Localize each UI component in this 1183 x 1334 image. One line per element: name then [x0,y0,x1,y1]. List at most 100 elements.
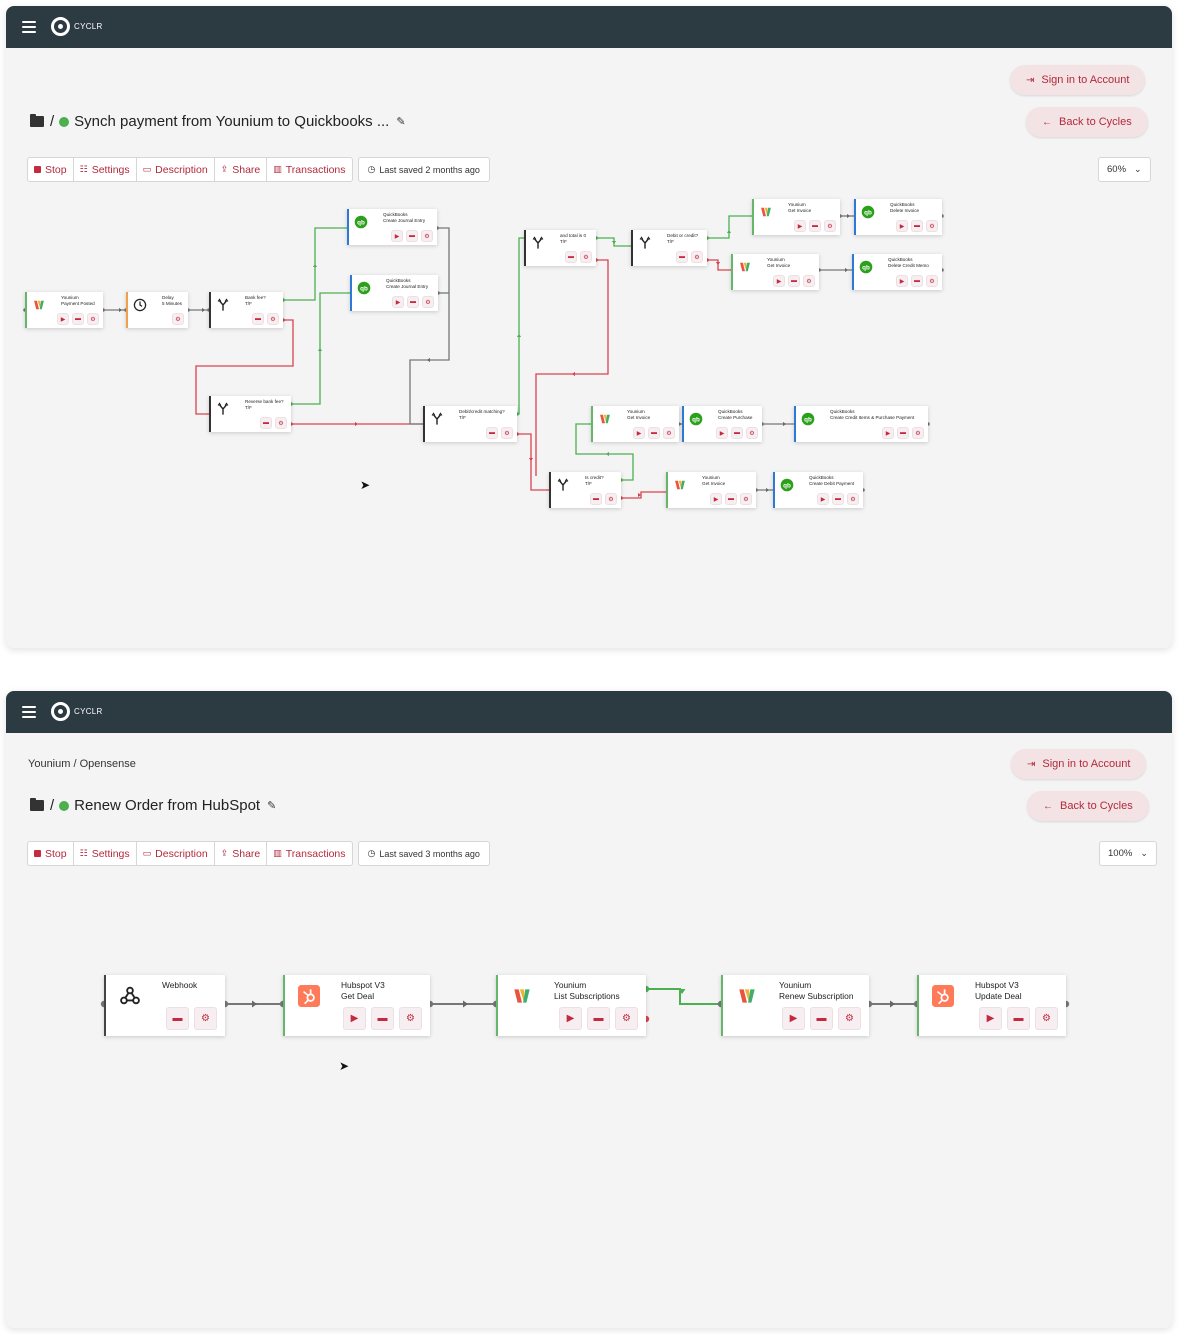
trash-icon[interactable]: ▬ [788,275,800,287]
workflow-step-node[interactable]: and total is 0 T/F ▬ ⚙ [524,230,596,266]
trash-icon[interactable]: ▬ [911,275,923,287]
gear-icon[interactable]: ⚙ [803,275,815,287]
trash-icon[interactable]: ▬ [1007,1007,1030,1030]
step-label: Younium Get Invoice [702,475,725,486]
workflow-step-node[interactable]: Younium Get Invoice ▶ ▬ ⚙ [666,472,756,508]
trash-icon[interactable]: ▬ [565,251,577,263]
gear-icon[interactable]: ⚙ [746,427,758,439]
workflow-step-node[interactable]: Younium Get Invoice ▶ ▬ ⚙ [731,254,819,290]
gear-icon[interactable]: ⚙ [838,1007,861,1030]
gear-icon[interactable]: ⚙ [605,493,617,505]
gear-icon[interactable]: ⚙ [421,230,433,242]
trash-icon[interactable]: ▬ [897,427,909,439]
play-icon[interactable]: ▶ [343,1007,366,1030]
gear-icon[interactable]: ⚙ [615,1007,638,1030]
workflow-step-node[interactable]: Is credit? T/F ▬ ⚙ [549,472,621,508]
workflow-step-node[interactable]: Debit or credit? T/F ▬ ⚙ [631,230,707,266]
play-icon[interactable]: ▶ [782,1007,805,1030]
trash-icon[interactable]: ▬ [809,220,821,232]
workflow-step-node[interactable]: Younium Renew Subscription ▶ ▬ ⚙ [721,975,869,1036]
trash-icon[interactable]: ▬ [407,296,419,308]
step-actions: ▶ ▬ ⚙ [770,275,815,287]
trash-icon[interactable]: ▬ [260,417,272,429]
workflow-step-node[interactable]: Webhook ▬ ⚙ [104,975,225,1036]
trash-icon[interactable]: ▬ [731,427,743,439]
gear-icon[interactable]: ⚙ [691,251,703,263]
play-icon[interactable]: ▶ [391,230,403,242]
gear-icon[interactable]: ⚙ [501,427,513,439]
trash-icon[interactable]: ▬ [252,313,264,325]
gear-icon[interactable]: ⚙ [275,417,287,429]
trash-icon[interactable]: ▬ [371,1007,394,1030]
trash-icon[interactable]: ▬ [676,251,688,263]
workflow-step-node[interactable]: qb QuickBooks Delete Invoice ▶ ▬ ⚙ [854,199,942,235]
step-method-name: Payment Posted [61,300,95,306]
workflow-step-node[interactable]: Debit/credit matching? T/F ▬ ⚙ [423,406,517,442]
workflow-step-node[interactable]: qb QuickBooks Create Journal Entry ▶ ▬ ⚙ [347,209,437,245]
gear-icon[interactable]: ⚙ [847,493,859,505]
play-icon[interactable]: ▶ [817,493,829,505]
trash-icon[interactable]: ▬ [587,1007,610,1030]
gear-icon[interactable]: ⚙ [267,313,279,325]
trash-icon[interactable]: ▬ [590,493,602,505]
trash-icon[interactable]: ▬ [832,493,844,505]
workflow-step-node[interactable]: qb QuickBooks Create Purchase ▶ ▬ ⚙ [682,406,762,442]
trash-icon[interactable]: ▬ [166,1007,189,1030]
workflow-step-node[interactable]: qb QuickBooks Create Credit Items & Purcha… [794,406,928,442]
play-icon[interactable]: ▶ [979,1007,1002,1030]
gear-icon[interactable]: ⚙ [663,427,675,439]
play-icon[interactable]: ▶ [716,427,728,439]
success-connector [517,237,524,415]
gear-icon[interactable]: ⚙ [926,220,938,232]
step-connector-name: Reverse bank fee? [245,399,284,404]
workflow-step-node[interactable]: Younium Get Invoice ▶ ▬ ⚙ [752,199,840,235]
workflow-step-node[interactable]: qb QuickBooks Delete Credit Memo ▶ ▬ ⚙ [852,254,942,290]
play-icon[interactable]: ▶ [392,296,404,308]
step-connector-name: Younium [554,980,587,990]
gear-icon[interactable]: ⚙ [580,251,592,263]
gear-icon[interactable]: ⚙ [740,493,752,505]
play-icon[interactable]: ▶ [710,493,722,505]
workflow-step-node[interactable]: Hubspot V3 Get Deal ▶ ▬ ⚙ [283,975,430,1036]
gear-icon[interactable]: ⚙ [1035,1007,1058,1030]
gear-icon[interactable]: ⚙ [172,313,184,325]
workflow-step-node[interactable]: Bank fee? T/F ▬ ⚙ [209,292,283,328]
trash-icon[interactable]: ▬ [911,220,923,232]
workflow-step-node[interactable]: Hubspot V3 Update Deal ▶ ▬ ⚙ [917,975,1066,1036]
gear-icon[interactable]: ⚙ [824,220,836,232]
play-icon[interactable]: ▶ [882,427,894,439]
trash-icon[interactable]: ▬ [486,427,498,439]
trash-icon[interactable]: ▬ [72,313,84,325]
step-connector-name: Hubspot V3 [975,980,1019,990]
trash-icon[interactable]: ▬ [810,1007,833,1030]
workflow-step-node[interactable]: Delay 5 Minutes ⚙ [126,292,188,328]
play-icon[interactable]: ▶ [57,313,69,325]
gear-icon[interactable]: ⚙ [422,296,434,308]
workflow-step-node[interactable]: Younium List Subscriptions ▶ ▬ ⚙ [496,975,646,1036]
trash-icon[interactable]: ▬ [725,493,737,505]
workflow-step-node[interactable]: qb QuickBooks Create Debit Payment ▶ ▬ ⚙ [773,472,863,508]
gear-icon[interactable]: ⚙ [912,427,924,439]
workflow-canvas[interactable]: Webhook ▬ ⚙ Hubspot V3 Get Deal ▶ ▬ ⚙ Younium Lis… [6,691,1172,1328]
play-icon[interactable]: ▶ [773,275,785,287]
trash-icon[interactable]: ▬ [648,427,660,439]
failure-connector [707,259,731,271]
workflow-step-node[interactable]: qb QuickBooks Create Journal Entry ▶ ▬ ⚙ [350,275,438,311]
step-label: Delay 5 Minutes [162,295,182,306]
step-method-name: Get Invoice [627,414,651,420]
workflow-step-node[interactable]: Reverse bank fee? T/F ▬ ⚙ [209,396,291,432]
workflow-canvas[interactable]: Younium Payment Posted ▶ ▬ ⚙ Delay 5 Minutes ⚙ B… [6,6,1172,648]
workflow-step-node[interactable]: Younium Get Invoice ▶ ▬ ⚙ [591,406,679,442]
step-actions: ▬ ⚙ [562,251,592,263]
workflow-step-node[interactable]: Younium Payment Posted ▶ ▬ ⚙ [25,292,103,328]
play-icon[interactable]: ▶ [794,220,806,232]
play-icon[interactable]: ▶ [633,427,645,439]
play-icon[interactable]: ▶ [896,220,908,232]
play-icon[interactable]: ▶ [559,1007,582,1030]
gear-icon[interactable]: ⚙ [399,1007,422,1030]
gear-icon[interactable]: ⚙ [926,275,938,287]
gear-icon[interactable]: ⚙ [194,1007,217,1030]
gear-icon[interactable]: ⚙ [87,313,99,325]
play-icon[interactable]: ▶ [896,275,908,287]
trash-icon[interactable]: ▬ [406,230,418,242]
